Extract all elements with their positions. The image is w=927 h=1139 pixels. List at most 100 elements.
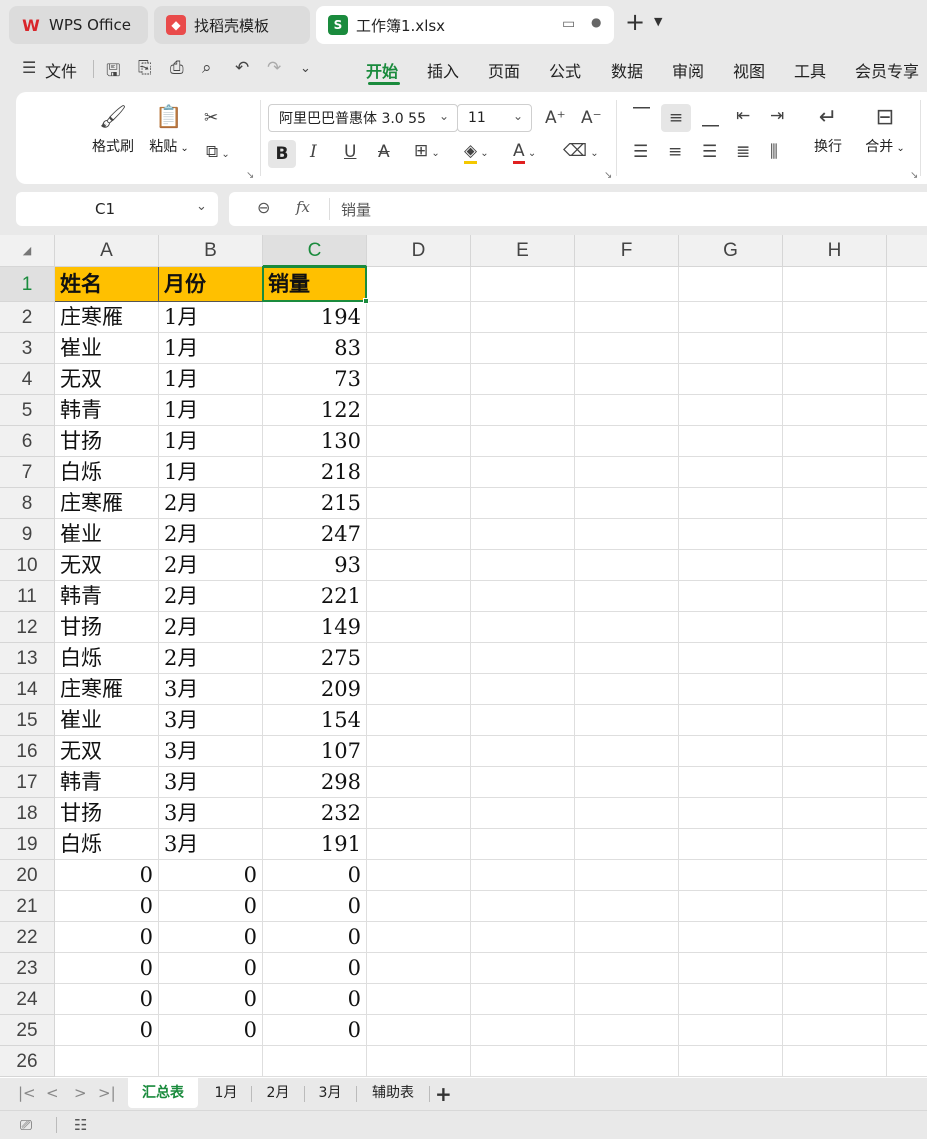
column-header-b[interactable]: B: [159, 235, 263, 267]
fill-handle[interactable]: [363, 298, 369, 304]
cell-f24[interactable]: [575, 984, 679, 1015]
cell-g1[interactable]: [679, 267, 783, 302]
cell-b15[interactable]: 3月: [159, 705, 263, 736]
cell-e5[interactable]: [471, 395, 575, 426]
cell-c21[interactable]: 0: [263, 891, 367, 922]
cell-b13[interactable]: 2月: [159, 643, 263, 674]
cell-f7[interactable]: [575, 457, 679, 488]
cell-g15[interactable]: [679, 705, 783, 736]
tab-tools[interactable]: 工具: [794, 58, 826, 82]
cell-h16[interactable]: [783, 736, 887, 767]
spreadsheet-grid[interactable]: ◢ A B C D E F G H 1 姓名 月份 销量 2 庄寒雁 1月 194 3 崔业 1月 83 4 无双 1月 73 5…: [0, 235, 927, 1078]
name-box[interactable]: C1 ⌄: [16, 192, 218, 226]
cell-h21[interactable]: [783, 891, 887, 922]
cell-a9[interactable]: 崔业: [55, 519, 159, 550]
font-expand-icon[interactable]: ↘: [604, 170, 612, 181]
cell-g24[interactable]: [679, 984, 783, 1015]
cell-d7[interactable]: [367, 457, 471, 488]
cell-e13[interactable]: [471, 643, 575, 674]
cell-f25[interactable]: [575, 1015, 679, 1046]
cell-b4[interactable]: 1月: [159, 364, 263, 395]
cell-h20[interactable]: [783, 860, 887, 891]
cell-d12[interactable]: [367, 612, 471, 643]
cell-d10[interactable]: [367, 550, 471, 581]
justify-icon[interactable]: ≣: [736, 142, 750, 162]
macro-record-icon[interactable]: ⎚: [20, 1116, 32, 1134]
cell-c10[interactable]: 93: [263, 550, 367, 581]
cell-b8[interactable]: 2月: [159, 488, 263, 519]
cell-g13[interactable]: [679, 643, 783, 674]
cell-f13[interactable]: [575, 643, 679, 674]
select-all-corner[interactable]: ◢: [0, 235, 55, 267]
cell-d22[interactable]: [367, 922, 471, 953]
window-tab-workbook[interactable]: S 工作簿1.xlsx ▭ ●: [316, 6, 614, 44]
decrease-font-icon[interactable]: A⁻: [581, 108, 602, 128]
cell-f6[interactable]: [575, 426, 679, 457]
cell-d2[interactable]: [367, 302, 471, 333]
column-header-g[interactable]: G: [679, 235, 783, 267]
cell-b5[interactable]: 1月: [159, 395, 263, 426]
row-header-20[interactable]: 20: [0, 860, 55, 891]
cell-b23[interactable]: 0: [159, 953, 263, 984]
cell-c11[interactable]: 221: [263, 581, 367, 612]
cell-h26[interactable]: [783, 1046, 887, 1077]
row-header-5[interactable]: 5: [0, 395, 55, 426]
cell-c18[interactable]: 232: [263, 798, 367, 829]
row-header-23[interactable]: 23: [0, 953, 55, 984]
tab-review[interactable]: 审阅: [672, 58, 704, 82]
cell-b16[interactable]: 3月: [159, 736, 263, 767]
last-sheet-icon[interactable]: >|: [98, 1084, 116, 1102]
sidebar-toggle-icon[interactable]: ☷: [74, 1116, 87, 1134]
row-header-14[interactable]: 14: [0, 674, 55, 705]
tab-view[interactable]: 视图: [733, 58, 765, 82]
cell-h13[interactable]: [783, 643, 887, 674]
cell-g4[interactable]: [679, 364, 783, 395]
cell-e23[interactable]: [471, 953, 575, 984]
formula-input[interactable]: 销量: [341, 199, 371, 220]
cell-d21[interactable]: [367, 891, 471, 922]
cell-c3[interactable]: 83: [263, 333, 367, 364]
cell-d18[interactable]: [367, 798, 471, 829]
cell-g18[interactable]: [679, 798, 783, 829]
cell-a12[interactable]: 甘扬: [55, 612, 159, 643]
format-painter-button[interactable]: 🖌 格式刷: [88, 100, 138, 156]
cell-e12[interactable]: [471, 612, 575, 643]
cell-a3[interactable]: 崔业: [55, 333, 159, 364]
row-header-7[interactable]: 7: [0, 457, 55, 488]
cell-b17[interactable]: 3月: [159, 767, 263, 798]
cell-e10[interactable]: [471, 550, 575, 581]
cell-b7[interactable]: 1月: [159, 457, 263, 488]
cell-d5[interactable]: [367, 395, 471, 426]
row-header-8[interactable]: 8: [0, 488, 55, 519]
cell-c12[interactable]: 149: [263, 612, 367, 643]
column-header-h[interactable]: H: [783, 235, 887, 267]
column-header-a[interactable]: A: [55, 235, 159, 267]
cell-g11[interactable]: [679, 581, 783, 612]
fill-color-icon[interactable]: ◈ ⌄: [464, 141, 489, 164]
increase-indent-icon[interactable]: ⇥: [770, 106, 784, 126]
cell-d25[interactable]: [367, 1015, 471, 1046]
cell-b11[interactable]: 2月: [159, 581, 263, 612]
cell-g6[interactable]: [679, 426, 783, 457]
cell-g19[interactable]: [679, 829, 783, 860]
align-middle-icon[interactable]: ≡: [661, 104, 691, 132]
sheet-tab-jan[interactable]: 1月: [204, 1078, 248, 1108]
cell-a7[interactable]: 白烁: [55, 457, 159, 488]
cell-c9[interactable]: 247: [263, 519, 367, 550]
cell-h2[interactable]: [783, 302, 887, 333]
clipboard-expand-icon[interactable]: ↘: [246, 170, 254, 181]
cell-d14[interactable]: [367, 674, 471, 705]
cell-a21[interactable]: 0: [55, 891, 159, 922]
cell-c8[interactable]: 215: [263, 488, 367, 519]
row-header-12[interactable]: 12: [0, 612, 55, 643]
cell-f4[interactable]: [575, 364, 679, 395]
cell-e19[interactable]: [471, 829, 575, 860]
fx-icon[interactable]: fx: [296, 198, 310, 216]
cell-g26[interactable]: [679, 1046, 783, 1077]
cell-f10[interactable]: [575, 550, 679, 581]
monitor-icon[interactable]: ▭: [562, 16, 575, 32]
border-icon[interactable]: ⊞ ⌄: [414, 141, 440, 161]
save-icon[interactable]: 🖫: [106, 58, 120, 87]
cell-c14[interactable]: 209: [263, 674, 367, 705]
cell-c13[interactable]: 275: [263, 643, 367, 674]
